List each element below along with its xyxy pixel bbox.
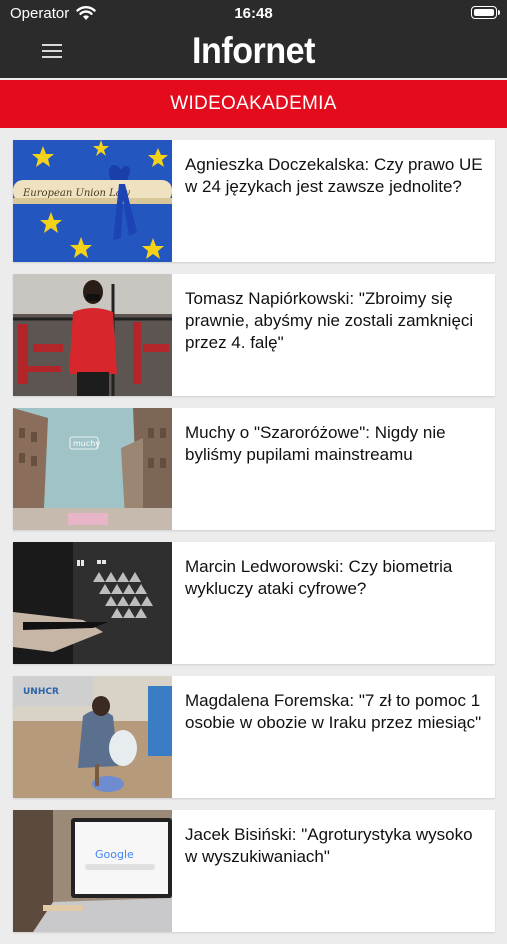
article-title: Tomasz Napiórkowski: "Zbroimy się prawni… [185, 289, 474, 352]
thumbnail-caption: UNHCR [23, 687, 59, 697]
status-bar: Operator 16:48 [0, 0, 507, 28]
article-card[interactable]: Marcin Ledworowski: Czy biometria wykluc… [13, 542, 495, 664]
article-thumbnail [13, 542, 172, 664]
article-card[interactable]: muchy Muchy o "Szaroróżowe": Nigdy nie b… [13, 408, 495, 530]
article-card[interactable]: Tomasz Napiórkowski: "Zbroimy się prawni… [13, 274, 495, 396]
app-header: Operator 16:48 Infornet [0, 0, 507, 78]
article-title: Agnieszka Doczekalska: Czy prawo UE w 24… [185, 155, 483, 196]
app-title: Infornet [191, 30, 315, 71]
battery-icon [471, 6, 500, 19]
article-title: Muchy o "Szaroróżowe": Nigdy nie byliśmy… [185, 423, 446, 464]
thumbnail-caption: Google [95, 848, 134, 861]
article-title: Marcin Ledworowski: Czy biometria wykluc… [185, 557, 453, 598]
thumbnail-caption: muchy [73, 439, 100, 448]
thumbnail-caption: European Union Law [22, 188, 131, 199]
article-list: European Union Law Agnieszka Doczekalska… [13, 140, 495, 944]
article-thumbnail: UNHCR [13, 676, 172, 798]
article-thumbnail: muchy [13, 408, 172, 530]
article-thumbnail: European Union Law [13, 140, 172, 262]
article-card[interactable]: UNHCR Magdalena Foremska: "7 zł to pomoc… [13, 676, 495, 798]
article-title: Jacek Bisiński: "Agroturystyka wysoko w … [185, 825, 473, 866]
section-title: WIDEOAKADEMIA [0, 80, 507, 128]
article-card[interactable]: Google Jacek Bisiński: "Agroturystyka wy… [13, 810, 495, 932]
clock: 16:48 [234, 5, 273, 22]
article-thumbnail: Google [13, 810, 172, 932]
article-card[interactable]: European Union Law Agnieszka Doczekalska… [13, 140, 495, 262]
article-title: Magdalena Foremska: "7 zł to pomoc 1 oso… [185, 691, 482, 732]
article-thumbnail [13, 274, 172, 396]
